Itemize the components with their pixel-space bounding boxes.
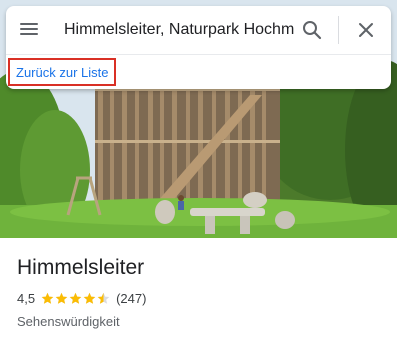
star-icon: [41, 292, 54, 304]
rating-stars: [41, 292, 111, 305]
menu-icon[interactable]: [18, 20, 40, 40]
place-info-panel: Himmelsleiter 4,5 (247) Sehenswürdigkeit: [0, 238, 397, 344]
review-count[interactable]: (247): [116, 291, 146, 306]
star-icon: [97, 292, 110, 304]
search-icon[interactable]: [301, 19, 323, 41]
close-icon[interactable]: [355, 19, 377, 41]
search-card-divider: [6, 54, 391, 55]
star-icon: [69, 292, 82, 304]
search-bar: [6, 6, 391, 54]
search-divider: [338, 16, 339, 44]
star-icon: [83, 292, 96, 304]
search-input[interactable]: [64, 17, 294, 43]
star-icon: [55, 292, 68, 304]
back-to-list-link[interactable]: Zurück zur Liste: [8, 58, 117, 86]
rating-row[interactable]: 4,5 (247): [17, 291, 146, 306]
place-title: Himmelsleiter: [17, 256, 145, 279]
search-card: Zurück zur Liste: [6, 6, 391, 89]
place-category[interactable]: Sehenswürdigkeit: [17, 314, 120, 329]
rating-value: 4,5: [17, 291, 36, 306]
